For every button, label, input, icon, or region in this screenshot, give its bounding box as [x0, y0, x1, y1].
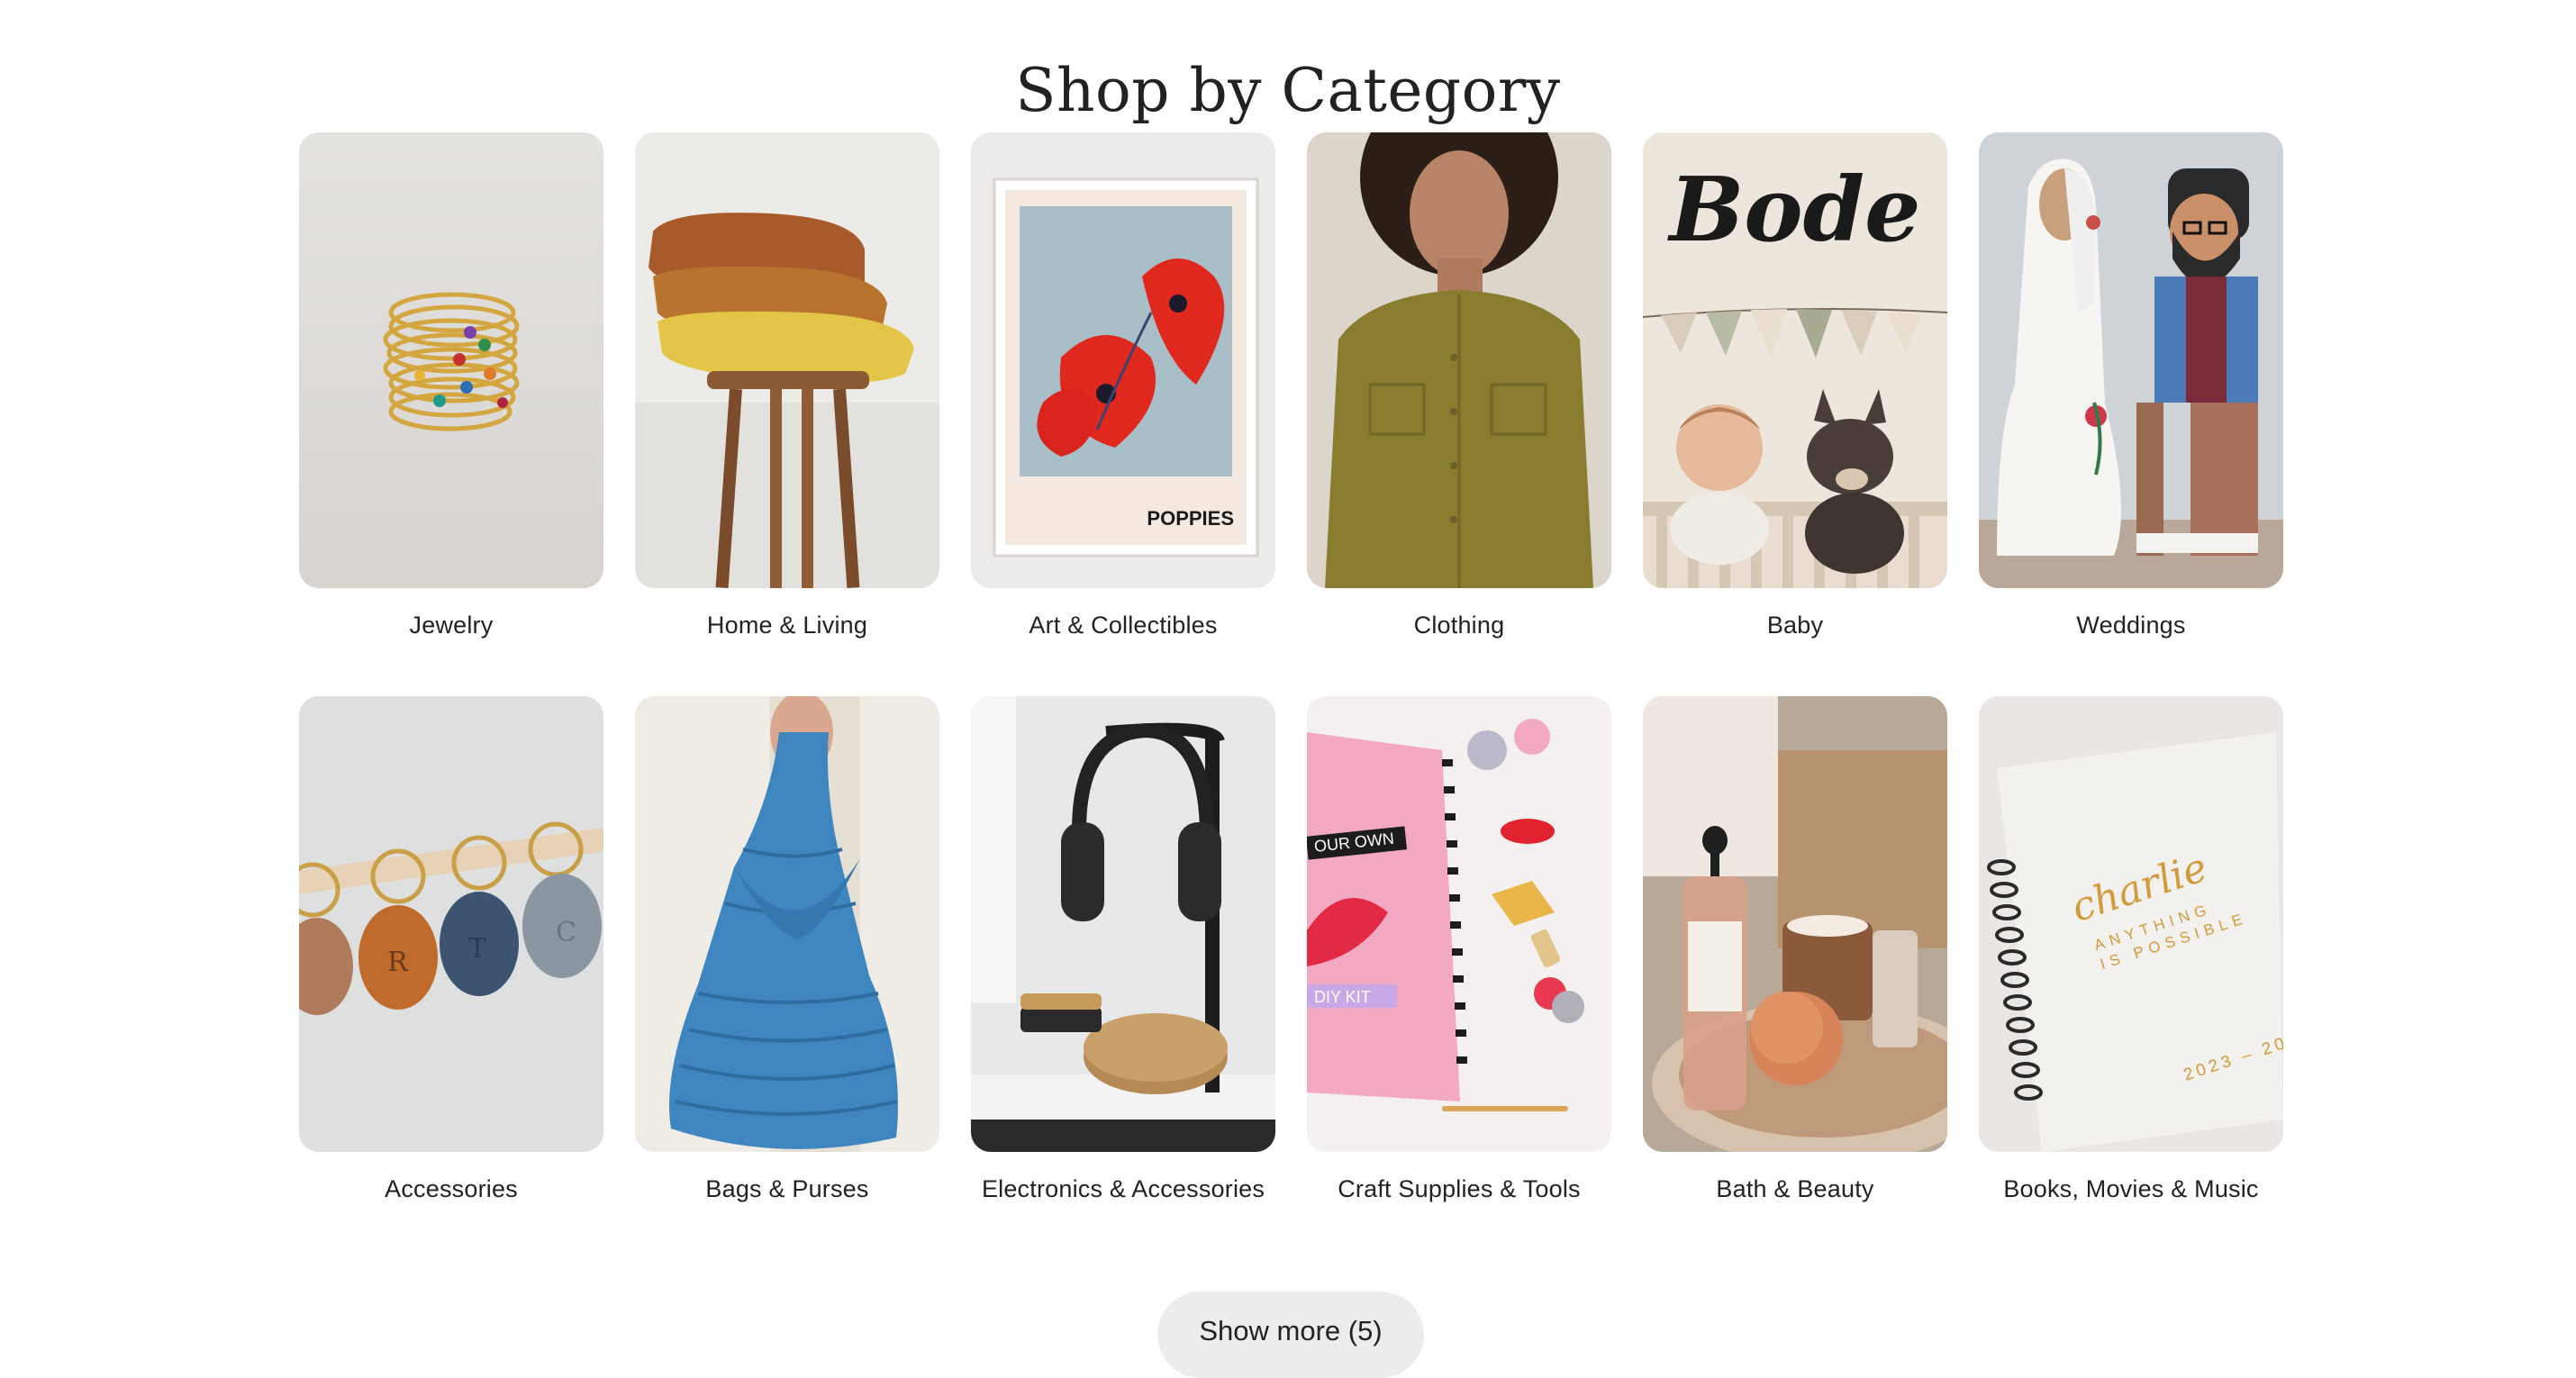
category-image-bath-beauty [1643, 696, 1947, 1152]
category-image-baby: Bode [1643, 132, 1947, 588]
category-tile-bags-purses[interactable]: Bags & Purses [635, 696, 939, 1260]
category-image-jewelry [299, 132, 603, 588]
category-label: Home & Living [706, 612, 868, 639]
category-label: Clothing [1413, 612, 1505, 639]
category-image-clothing [1307, 132, 1611, 588]
category-image-craft-supplies-tools: OUR OWN DIY KIT [1307, 696, 1611, 1152]
keychain-letter-t: T [468, 933, 486, 965]
section-heading: Shop by Category [1015, 56, 1561, 126]
category-tile-home-living[interactable]: Home & Living [635, 132, 939, 696]
category-tile-weddings[interactable]: Weddings [1979, 132, 2283, 696]
category-label: Art & Collectibles [1029, 612, 1218, 639]
category-tile-art-collectibles[interactable]: POPPIES Art & Collectibles [971, 132, 1275, 696]
show-more-button[interactable]: Show more (5) [1157, 1292, 1424, 1378]
category-tile-baby[interactable]: Bode Baby [1643, 132, 1947, 696]
category-tile-jewelry[interactable]: Jewelry [299, 132, 603, 696]
category-image-art-collectibles: POPPIES [971, 132, 1275, 588]
baby-name-sign: Bode [1666, 159, 1920, 262]
keychain-letter-r: R [387, 947, 409, 978]
category-label: Accessories [385, 1175, 518, 1202]
category-image-electronics-accessories [971, 696, 1275, 1152]
category-grid: Jewelry Home & Living POPPIES Art & Coll… [299, 132, 2283, 1260]
category-image-books-movies-music: charlie ANYTHING IS POSSIBLE 2023 – 2024 [1979, 696, 2283, 1152]
category-tile-accessories[interactable]: R T C Accessories [299, 696, 603, 1260]
category-label: Bags & Purses [705, 1175, 869, 1202]
category-tile-bath-beauty[interactable]: Bath & Beauty [1643, 696, 1947, 1260]
category-image-accessories: R T C [299, 696, 603, 1152]
category-label: Craft Supplies & Tools [1338, 1175, 1581, 1202]
category-tile-clothing[interactable]: Clothing [1307, 132, 1611, 696]
category-label: Electronics & Accessories [981, 1175, 1265, 1202]
category-tile-books-movies-music[interactable]: charlie ANYTHING IS POSSIBLE 2023 – 2024… [1979, 696, 2283, 1260]
category-label: Bath & Beauty [1716, 1175, 1874, 1202]
category-image-home-living [635, 132, 939, 588]
category-image-bags-purses [635, 696, 939, 1152]
category-label: Baby [1766, 612, 1824, 639]
poster-title: POPPIES [1147, 507, 1234, 530]
category-label: Jewelry [409, 612, 494, 639]
category-tile-electronics-accessories[interactable]: Electronics & Accessories [971, 696, 1275, 1260]
category-label: Books, Movies & Music [2003, 1175, 2259, 1202]
kit-label-bottom: DIY KIT [1314, 988, 1371, 1006]
category-tile-craft-supplies-tools[interactable]: OUR OWN DIY KIT Craft Supplies & Tools [1307, 696, 1611, 1260]
category-image-weddings [1979, 132, 2283, 588]
category-label: Weddings [2076, 612, 2186, 639]
keychain-letter-c: C [556, 917, 576, 948]
